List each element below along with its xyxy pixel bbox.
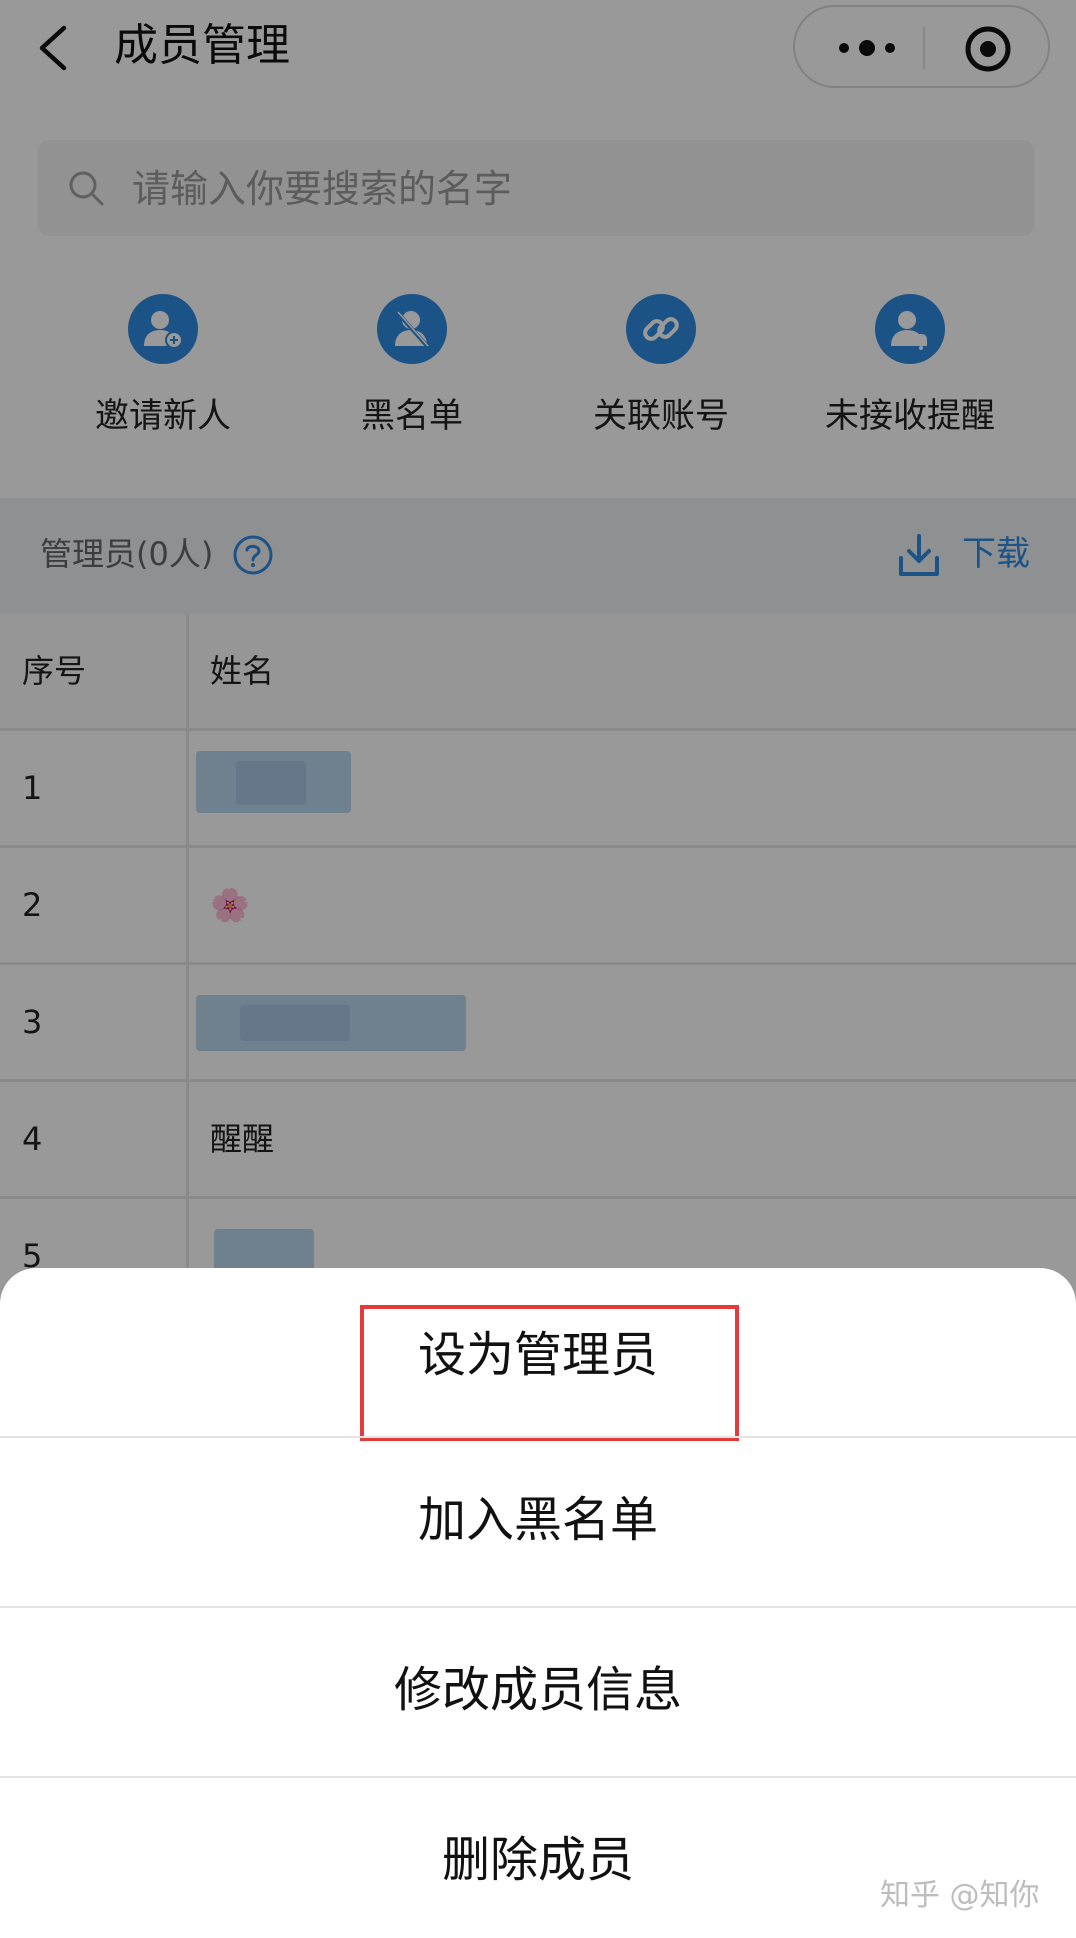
sheet-divider [0,1776,1076,1778]
watermark: 知乎 @知你 [880,1878,1040,1913]
edit-member-info-button[interactable]: 修改成员信息 [0,1620,1076,1760]
action-sheet: 设为管理员 加入黑名单 修改成员信息 删除成员 [0,1268,1076,1938]
sheet-divider [0,1436,1076,1438]
highlight-annotation [360,1305,739,1441]
sheet-divider [0,1606,1076,1608]
member-management-page: 成员管理 请输入你要搜索的名字 邀请新人 黑名单 关联账号 未接收提醒 管理员(… [0,0,1076,1938]
add-to-blacklist-button[interactable]: 加入黑名单 [0,1450,1076,1590]
